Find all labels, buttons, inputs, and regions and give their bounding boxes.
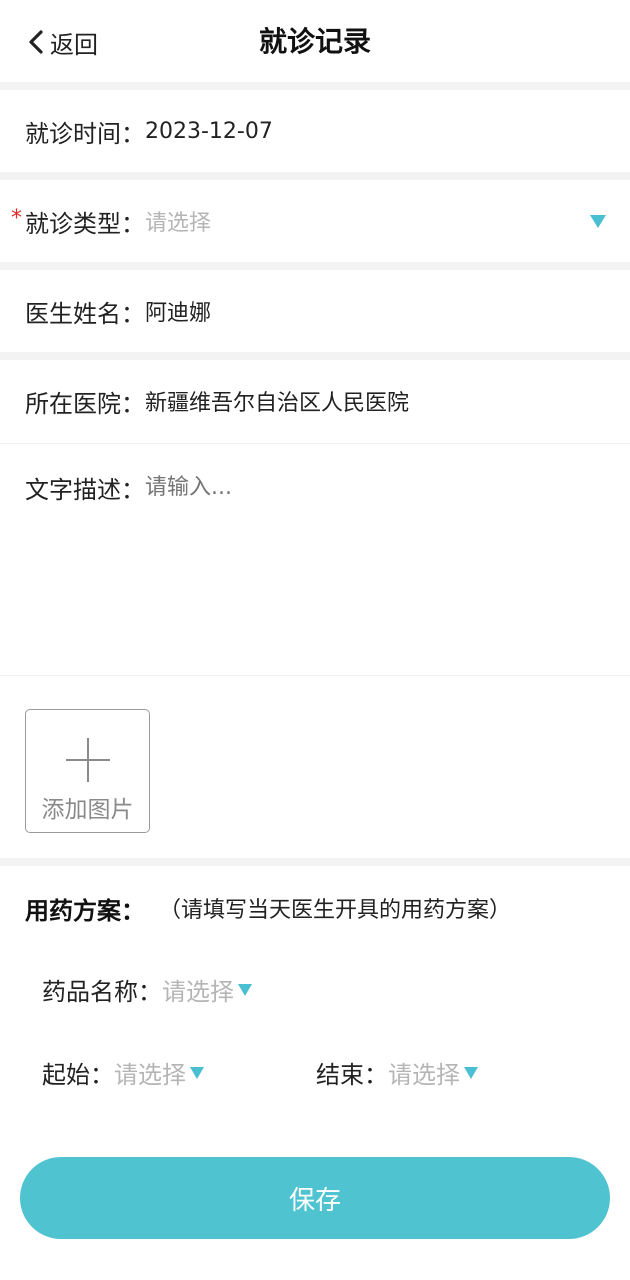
drug-name-select[interactable]: 药品名称： 请选择	[42, 972, 252, 1007]
doctor-name-value: 阿迪娜	[145, 301, 212, 326]
section-divider	[0, 858, 630, 866]
doctor-name-label: 医生姓名：	[25, 299, 145, 328]
visit-time-value: 2023-12-07	[145, 118, 273, 144]
visit-type-select[interactable]: * 就诊类型： 请选择	[0, 180, 630, 262]
medication-plan-heading: 用药方案：	[25, 896, 145, 925]
drug-name-label: 药品名称：	[42, 978, 162, 1006]
hospital-label: 所在医院：	[25, 389, 145, 418]
visit-time-row[interactable]: 就诊时间： 2023-12-07	[0, 90, 630, 172]
hospital-value: 新疆维吾尔自治区人民医院	[145, 391, 410, 416]
drug-name-placeholder: 请选择	[162, 978, 234, 1006]
description-field: 文字描述：	[25, 470, 545, 505]
dropdown-triangle-icon	[590, 215, 606, 228]
medication-plan-hint: （请填写当天医生开具的用药方案）	[159, 898, 512, 923]
hospital-row: 所在医院： 新疆维吾尔自治区人民医院	[0, 360, 630, 442]
section-divider	[0, 82, 630, 90]
start-placeholder: 请选择	[114, 1061, 186, 1089]
dropdown-triangle-icon	[464, 1066, 478, 1079]
description-label: 文字描述：	[25, 476, 145, 504]
end-date-select[interactable]: 结束： 请选择	[316, 1055, 478, 1090]
end-placeholder: 请选择	[388, 1061, 460, 1089]
section-divider	[0, 172, 630, 180]
dropdown-triangle-icon	[238, 983, 252, 996]
description-input[interactable]	[145, 475, 545, 500]
page-title: 就诊记录	[258, 25, 371, 58]
section-divider	[0, 262, 630, 270]
save-button[interactable]: 保存	[20, 1157, 610, 1239]
start-label: 起始：	[42, 1061, 114, 1089]
row-divider	[0, 675, 630, 676]
start-date-select[interactable]: 起始： 请选择	[42, 1055, 204, 1090]
dropdown-triangle-icon	[190, 1066, 204, 1079]
end-label: 结束：	[316, 1061, 388, 1089]
medication-plan-title: 用药方案： （请填写当天医生开具的用药方案）	[25, 890, 511, 926]
section-divider	[0, 352, 630, 360]
visit-time-label: 就诊时间：	[25, 119, 145, 148]
required-mark: *	[11, 206, 22, 231]
visit-type-label: 就诊类型：	[25, 209, 145, 238]
visit-type-placeholder: 请选择	[145, 211, 212, 236]
nav-header: 返回 就诊记录	[0, 0, 630, 82]
doctor-name-row: 医生姓名： 阿迪娜	[0, 270, 630, 352]
plus-icon	[66, 738, 110, 782]
add-image-button[interactable]: 添加图片	[25, 709, 150, 833]
row-divider	[0, 443, 630, 444]
add-image-label: 添加图片	[41, 797, 134, 823]
